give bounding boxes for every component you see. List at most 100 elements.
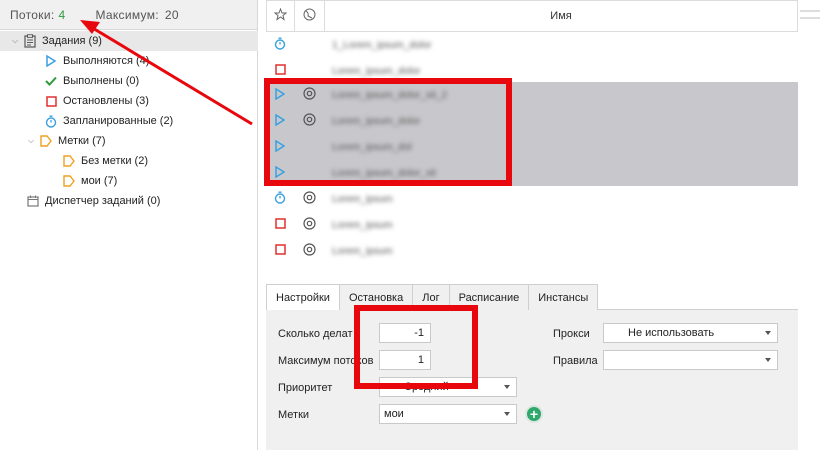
tab-settings[interactable]: Настройки: [266, 284, 340, 311]
tree-item-label: мои (7): [81, 175, 118, 187]
check-icon: [44, 74, 58, 88]
play-icon: [275, 139, 286, 155]
calendar-icon: [26, 194, 40, 208]
priority-label: Приоритет: [278, 382, 333, 394]
chrome-icon: [302, 191, 316, 207]
tag-icon: [39, 134, 53, 148]
settings-form: Сколько делат -1 Максимум потоков 1 Прио…: [266, 310, 798, 450]
stop-icon: [274, 244, 286, 258]
tree-item-mine[interactable]: мои (7): [62, 171, 117, 191]
labels-value: мои: [384, 408, 404, 420]
tab-log[interactable]: Лог: [412, 284, 450, 310]
play-icon: [275, 87, 286, 103]
tree-item-label: Выполняются (4): [63, 55, 150, 67]
task-name: Lorem_ipsum_dolor_sit: [332, 167, 436, 179]
stop-icon: [274, 218, 286, 232]
play-icon: [275, 113, 286, 129]
chevron-down-icon[interactable]: ⌵: [10, 36, 20, 46]
tree-item-label: Без метки (2): [81, 155, 149, 167]
max-threads-label: Максимум потоков: [278, 355, 374, 367]
tag-icon: [62, 154, 76, 168]
chrome-icon: [302, 113, 316, 129]
browser-column-header[interactable]: [295, 1, 325, 31]
tree-item-tasks[interactable]: ⌵ Задания (9): [0, 31, 258, 51]
globe-icon: [303, 8, 316, 24]
chrome-icon: [302, 217, 316, 233]
dropdown-arrow-icon: [504, 385, 510, 389]
add-label-button[interactable]: +: [525, 405, 543, 423]
play-icon: [44, 54, 58, 68]
tree-item-done[interactable]: Выполнены (0): [44, 71, 139, 91]
max-threads-label: Максимум:: [95, 7, 159, 22]
max-threads-input[interactable]: 1: [379, 350, 431, 370]
task-name: Lorem_ipsum: [332, 219, 393, 231]
proxy-select[interactable]: Не использовать: [603, 323, 778, 343]
tree-item-stopped[interactable]: Остановлены (3): [44, 91, 149, 111]
grid-header: Имя: [266, 0, 798, 32]
task-row[interactable]: Lorem_ipsum_dolor_sit_2: [266, 82, 798, 108]
tree-item-running[interactable]: Выполняются (4): [44, 51, 149, 71]
max-threads-count: 20: [164, 7, 179, 22]
clipboard-icon: [23, 34, 37, 48]
rules-select[interactable]: [603, 350, 778, 370]
task-name: Lorem_ipsum: [332, 193, 393, 205]
chrome-icon: [302, 243, 316, 259]
task-name: Lorem_ipsum_dolor: [332, 115, 421, 127]
tree-item-labels[interactable]: ⌵ Метки (7): [26, 131, 106, 151]
tree-item-label: Выполнены (0): [63, 75, 140, 87]
priority-select[interactable]: Средний: [379, 377, 517, 397]
tag-icon: [62, 174, 76, 188]
tree-item-label: Остановлены (3): [63, 95, 149, 107]
task-row[interactable]: Lorem_ipsum_dolor: [266, 58, 798, 84]
labels-label: Метки: [278, 409, 310, 421]
scroll-indicator[interactable]: [800, 17, 820, 19]
proxy-value: Не использовать: [628, 327, 715, 339]
scrollbar-area: [798, 0, 827, 450]
priority-value: Средний: [404, 381, 449, 393]
scroll-indicator[interactable]: [800, 10, 820, 12]
labels-select[interactable]: мои: [379, 404, 517, 424]
dropdown-arrow-icon: [765, 358, 771, 362]
how-many-input[interactable]: -1: [379, 323, 431, 343]
task-name: Lorem_ipsum_dolor_sit_2: [332, 89, 448, 101]
star-icon: [273, 7, 288, 24]
chrome-icon: [302, 87, 316, 103]
task-name: Lorem_ipsum: [332, 245, 393, 257]
chevron-down-icon[interactable]: ⌵: [26, 136, 36, 146]
how-many-label: Сколько делат: [278, 328, 353, 340]
rules-label: Правила: [553, 355, 598, 367]
tree-item-dispatcher[interactable]: Диспетчер заданий (0): [26, 191, 160, 211]
task-row[interactable]: Lorem_ipsum: [266, 186, 798, 212]
name-column-header[interactable]: Имя: [325, 1, 797, 31]
tab-stop[interactable]: Остановка: [338, 284, 414, 310]
tab-instances[interactable]: Инстансы: [528, 284, 599, 310]
favorite-column-header[interactable]: [267, 1, 295, 31]
stopwatch-icon: [274, 37, 286, 53]
tree-item-label: Запланированные (2): [63, 115, 174, 127]
task-name: Lorem_ipsum_dolor: [332, 65, 421, 77]
task-row[interactable]: Lorem_ipsum_dolor_sit: [266, 160, 798, 186]
tree-item-scheduled[interactable]: Запланированные (2): [44, 111, 173, 131]
tree-item-no-label[interactable]: Без метки (2): [62, 151, 148, 171]
stop-icon: [44, 94, 58, 108]
task-name: Lorem_ipsum_dol: [332, 141, 412, 153]
tab-schedule[interactable]: Расписание: [448, 284, 530, 310]
task-row[interactable]: Lorem_ipsum_dolor: [266, 108, 798, 134]
dropdown-arrow-icon: [765, 331, 771, 335]
proxy-label: Прокси: [553, 328, 590, 340]
task-row[interactable]: 1_Lorem_ipsum_dolor: [266, 32, 798, 58]
stopwatch-icon: [44, 114, 58, 128]
tree-item-label: Метки (7): [58, 135, 106, 147]
task-row[interactable]: Lorem_ipsum: [266, 238, 798, 264]
task-list-panel: Имя 1_Lorem_ipsum_dolor Lorem_ipsum_dolo…: [266, 0, 798, 450]
play-icon: [275, 165, 286, 181]
tree-item-label: Диспетчер заданий (0): [45, 195, 161, 207]
tree-item-label: Задания (9): [42, 35, 102, 47]
task-row[interactable]: Lorem_ipsum: [266, 212, 798, 238]
threads-count: 4: [58, 7, 66, 22]
task-row[interactable]: Lorem_ipsum_dol: [266, 134, 798, 160]
threads-label: Потоки:: [10, 7, 55, 22]
task-tree-panel: Потоки: 4 Максимум: 20 ⌵ Задания (9) Вып…: [0, 0, 258, 450]
stopwatch-icon: [274, 191, 286, 207]
task-name: 1_Lorem_ipsum_dolor: [332, 39, 432, 51]
